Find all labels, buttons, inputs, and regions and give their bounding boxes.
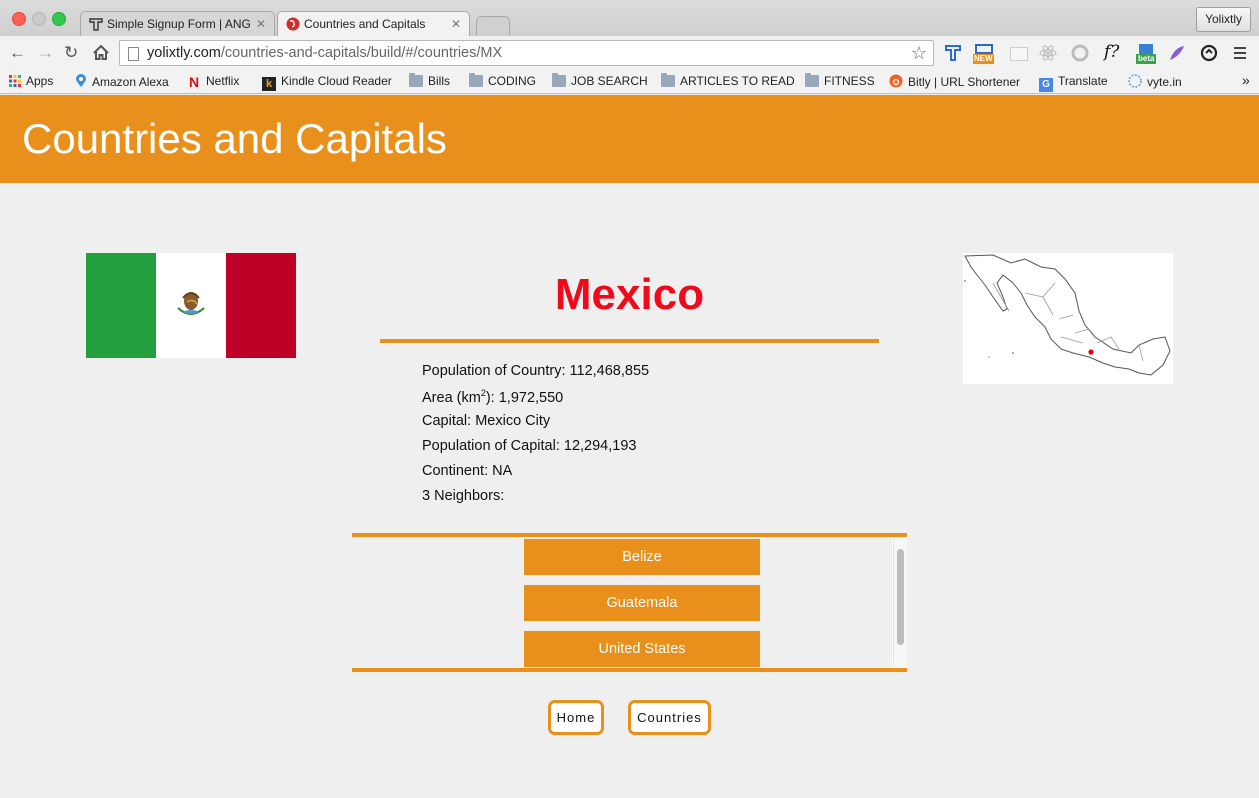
bookmarks-overflow-icon[interactable]: »: [1242, 73, 1250, 87]
continent-info: Continent: NA: [422, 463, 513, 479]
tab-favicon-icon: [286, 17, 300, 31]
bookmark-folder-coding[interactable]: CODING: [469, 73, 536, 88]
bookmark-folder-job-search[interactable]: JOB SEARCH: [552, 73, 648, 88]
home-link-button[interactable]: Home: [548, 700, 604, 735]
capital-population-info: Population of Capital: 12,294,193: [422, 438, 637, 454]
tab-favicon-icon: [89, 18, 103, 31]
extension-feather-icon[interactable]: [1168, 44, 1186, 62]
folder-icon: [661, 73, 675, 87]
countries-link-button[interactable]: Countries: [628, 700, 711, 735]
browser-tab-signup[interactable]: Simple Signup Form | ANG ✕: [80, 11, 275, 36]
country-name-heading: Mexico: [554, 270, 705, 319]
reload-icon[interactable]: ↻: [64, 44, 78, 61]
kindle-icon: k: [262, 77, 276, 91]
bookmark-folder-articles[interactable]: ARTICLES TO READ: [661, 73, 795, 88]
extension-react-icon[interactable]: [1039, 44, 1057, 62]
bookmark-netflix[interactable]: N Netflix: [189, 74, 239, 90]
netflix-icon: N: [189, 74, 200, 90]
scrollbar-thumb[interactable]: [897, 549, 904, 645]
back-arrow-icon[interactable]: ←: [9, 44, 26, 61]
extension-beta-icon[interactable]: beta: [1136, 44, 1157, 64]
tab-close-icon[interactable]: ✕: [451, 12, 461, 36]
neighbors-list[interactable]: Belize Guatemala United States: [352, 533, 907, 672]
page-header: Countries and Capitals: [0, 95, 1259, 183]
address-url[interactable]: yolixtly.com/countries-and-capitals/buil…: [147, 45, 502, 61]
vyte-icon: [1128, 74, 1142, 88]
neighbors-scrollbar[interactable]: [893, 537, 907, 668]
bookmark-apps[interactable]: Apps: [9, 74, 53, 88]
apps-grid-icon: [9, 75, 21, 87]
country-map: [963, 253, 1173, 384]
folder-icon: [805, 73, 819, 87]
bookmark-bitly[interactable]: Bitly | URL Shortener: [889, 74, 1025, 89]
neighbor-button-guatemala[interactable]: Guatemala: [524, 585, 760, 621]
capital-info: Capital: Mexico City: [422, 413, 551, 429]
tab-close-icon[interactable]: ✕: [256, 12, 266, 36]
profile-button[interactable]: Yolixtly: [1196, 7, 1251, 32]
bookmark-kindle[interactable]: k Kindle Cloud Reader: [262, 74, 392, 91]
folder-icon: [552, 73, 566, 87]
page-icon: [128, 47, 139, 61]
area-info: Area (km2): 1,972,550: [422, 388, 564, 406]
title-divider: [380, 339, 879, 343]
bookmark-folder-bills[interactable]: Bills: [409, 73, 450, 88]
country-flag: [86, 253, 296, 358]
forward-arrow-icon[interactable]: →: [37, 44, 54, 61]
alexa-pin-icon: [76, 74, 86, 87]
bitly-icon: [889, 74, 903, 88]
bookmarks-bar: Apps Amazon Alexa N Netflix k Kindle Cloud…: [0, 70, 1259, 94]
mexico-map-outline: [964, 254, 1171, 376]
window-minimize-button[interactable]: [32, 12, 46, 26]
extension-sync-icon[interactable]: [1071, 44, 1089, 62]
tab-title: Countries and Capitals: [304, 17, 426, 31]
home-icon[interactable]: [93, 45, 109, 60]
bookmark-star-icon[interactable]: ☆: [911, 43, 927, 64]
browser-tab-countries[interactable]: Countries and Capitals ✕: [277, 11, 470, 36]
address-bar[interactable]: yolixtly.com/countries-and-capitals/buil…: [119, 40, 934, 66]
translate-icon: G: [1039, 78, 1053, 92]
browser-toolbar: ← → ↻ yolixtly.com/countries-and-capital…: [0, 36, 1259, 70]
window-close-button[interactable]: [12, 12, 26, 26]
extension-new-icon[interactable]: NEW: [973, 44, 997, 64]
extension-t-icon[interactable]: [944, 44, 962, 62]
folder-icon: [469, 73, 483, 87]
neighbors-scroll-area: Belize Guatemala United States: [352, 537, 892, 668]
extension-card-icon[interactable]: [1010, 47, 1028, 61]
neighbor-button-belize[interactable]: Belize: [524, 539, 760, 575]
window-zoom-button[interactable]: [52, 12, 66, 26]
bookmark-vyte[interactable]: vyte.in: [1128, 74, 1182, 89]
menu-icon[interactable]: [1231, 44, 1249, 62]
extension-refresh-icon[interactable]: [1200, 44, 1218, 62]
bookmark-folder-fitness[interactable]: FITNESS: [805, 73, 875, 88]
tab-title: Simple Signup Form | ANG: [107, 17, 251, 31]
folder-icon: [409, 73, 423, 87]
extension-fx-icon[interactable]: f?: [1104, 42, 1122, 62]
flag-emblem-icon: [177, 292, 205, 316]
browser-tab-strip: Simple Signup Form | ANG ✕ Countries and…: [0, 0, 1259, 36]
bookmark-translate[interactable]: G Translate: [1039, 74, 1108, 92]
new-tab-button[interactable]: [476, 16, 510, 36]
neighbors-heading: 3 Neighbors:: [422, 488, 505, 504]
page-title: Countries and Capitals: [22, 115, 447, 162]
neighbor-button-united-states[interactable]: United States: [524, 631, 760, 667]
bookmark-amazon-alexa[interactable]: Amazon Alexa: [75, 74, 169, 89]
population-info: Population of Country: 112,468,855: [422, 363, 650, 379]
